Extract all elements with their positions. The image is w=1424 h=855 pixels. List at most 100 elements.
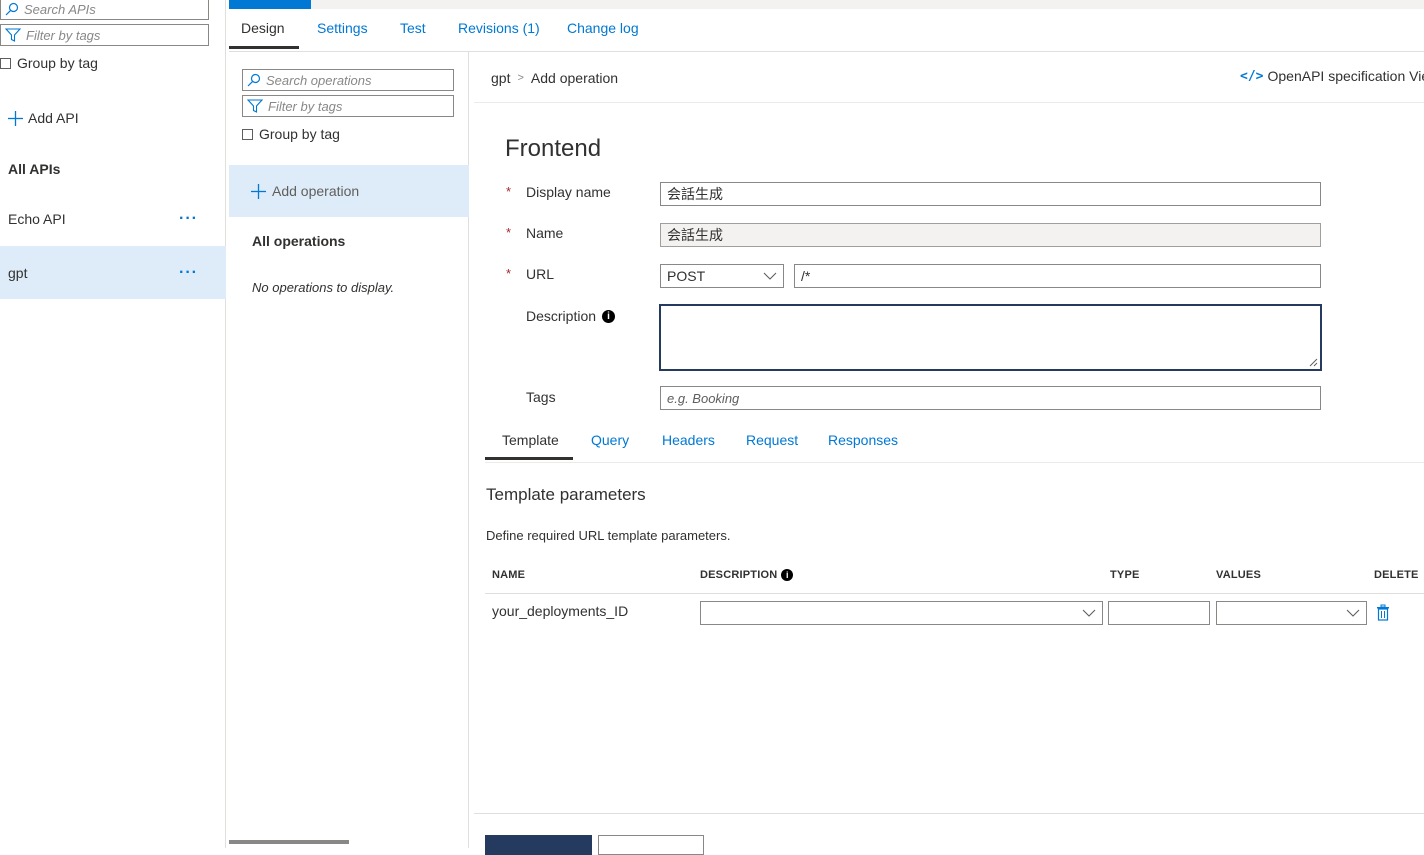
add-api-label: Add API: [28, 110, 79, 126]
name-field: 会話生成: [660, 223, 1321, 247]
tab-responses[interactable]: Responses: [828, 432, 898, 448]
api-item-label: Echo API: [8, 210, 66, 227]
filter-operations-input[interactable]: Filter by tags: [242, 95, 454, 117]
tab-template-underline: [485, 457, 573, 460]
url-label: URL: [526, 266, 555, 282]
column-header-description: DESCRIPTION i: [700, 569, 794, 581]
discard-button[interactable]: [598, 835, 704, 855]
display-name-field[interactable]: 会話生成: [660, 182, 1321, 206]
group-by-tag-label: Group by tag: [17, 55, 98, 71]
http-method-value: POST: [667, 268, 706, 284]
search-operations-input[interactable]: Search operations: [242, 69, 454, 91]
top-strip: [229, 0, 1424, 9]
api-item-label: gpt: [8, 264, 28, 281]
parameter-name: your_deployments_ID: [492, 603, 629, 619]
add-api-button[interactable]: Add API: [8, 110, 79, 126]
tab-revisions[interactable]: Revisions (1): [458, 20, 540, 36]
tab-test[interactable]: Test: [400, 20, 426, 36]
breadcrumb-current: Add operation: [530, 70, 619, 86]
description-label: Description: [526, 308, 597, 324]
breadcrumb-separator: >: [517, 72, 524, 84]
parameter-description-select[interactable]: [700, 601, 1103, 625]
checkbox-box[interactable]: [0, 57, 11, 69]
parameter-values-select[interactable]: [1216, 601, 1367, 625]
api-item-gpt[interactable]: gpt ···: [0, 246, 226, 299]
column-header-description-label: DESCRIPTION: [700, 569, 778, 581]
more-options-icon[interactable]: ···: [179, 211, 198, 227]
tab-settings[interactable]: Settings: [317, 20, 368, 36]
filter-operations-placeholder: Filter by tags: [268, 98, 343, 114]
required-mark: *: [506, 266, 512, 281]
search-apis-placeholder: Search APIs: [24, 1, 96, 17]
template-parameters-description: Define required URL template parameters.: [486, 528, 731, 543]
required-mark: *: [506, 184, 512, 199]
breadcrumb-root[interactable]: gpt: [491, 70, 510, 86]
description-textarea[interactable]: [659, 304, 1322, 371]
chevron-down-icon: [1082, 609, 1096, 617]
plus-icon: [251, 183, 266, 199]
tab-headers[interactable]: Headers: [662, 432, 715, 448]
required-mark: *: [506, 225, 512, 240]
group-by-tag-label: Group by tag: [259, 126, 340, 142]
openapi-link-label: OpenAPI specification View: [1267, 68, 1424, 84]
filter-apis-placeholder: Filter by tags: [26, 27, 101, 43]
column-header-type: TYPE: [1110, 569, 1140, 581]
info-icon[interactable]: i: [781, 569, 794, 581]
tab-query[interactable]: Query: [591, 432, 629, 448]
code-icon: </>: [1240, 68, 1264, 84]
group-by-tag-operations-checkbox[interactable]: Group by tag: [242, 126, 340, 142]
search-operations-placeholder: Search operations: [266, 72, 372, 88]
tab-design[interactable]: Design: [241, 20, 285, 36]
plus-icon: [8, 110, 23, 126]
template-parameters-title: Template parameters: [486, 485, 646, 504]
tags-field[interactable]: e.g. Booking: [660, 386, 1321, 410]
table-header-divider: [485, 593, 1424, 594]
chevron-down-icon: [1346, 609, 1360, 617]
tab-change-log[interactable]: Change log: [567, 20, 639, 36]
tags-label: Tags: [526, 389, 556, 405]
operation-editor: gpt > Add operation </> OpenAPI specific…: [474, 52, 1424, 855]
save-button[interactable]: [485, 835, 592, 855]
column-header-delete: DELETE: [1374, 569, 1419, 581]
all-operations-heading: All operations: [252, 233, 346, 249]
checkbox-box[interactable]: [242, 128, 253, 140]
chevron-down-icon: [763, 272, 777, 280]
parameter-type-field[interactable]: [1108, 601, 1210, 625]
filter-icon: [5, 28, 21, 42]
table-row: your_deployments_ID: [474, 597, 1424, 633]
no-operations-message: No operations to display.: [252, 280, 395, 295]
add-operation-label: Add operation: [272, 183, 360, 199]
openapi-specification-link[interactable]: </> OpenAPI specification View: [1240, 68, 1424, 84]
name-label: Name: [526, 225, 564, 241]
display-name-label: Display name: [526, 184, 611, 200]
top-strip-active: [229, 0, 311, 9]
filter-icon: [247, 99, 263, 113]
operations-panel: Search operations Filter by tags Group b…: [229, 52, 469, 848]
search-icon: [5, 2, 19, 16]
horizontal-scrollbar[interactable]: [229, 840, 349, 844]
footer-divider: [474, 813, 1424, 814]
resize-handle-icon[interactable]: [1309, 358, 1318, 367]
all-apis-heading: All APIs: [8, 161, 61, 177]
http-method-select[interactable]: POST: [660, 264, 784, 288]
search-apis-input[interactable]: Search APIs: [0, 0, 209, 20]
add-operation-button[interactable]: Add operation: [229, 165, 469, 217]
divider: [474, 102, 1424, 103]
design-tabs: Design Settings Test Revisions (1) Chang…: [229, 0, 1424, 52]
divider: [485, 462, 1424, 463]
url-template-field[interactable]: /*: [794, 264, 1321, 288]
column-header-values: VALUES: [1216, 569, 1262, 581]
filter-apis-input[interactable]: Filter by tags: [0, 24, 209, 46]
group-by-tag-apis-checkbox[interactable]: Group by tag: [0, 55, 98, 71]
tab-template[interactable]: Template: [502, 432, 559, 448]
search-icon: [247, 73, 261, 87]
tab-request[interactable]: Request: [746, 432, 798, 448]
api-item-echo[interactable]: Echo API ···: [0, 192, 226, 245]
trash-icon[interactable]: [1376, 604, 1390, 621]
info-icon[interactable]: i: [602, 310, 615, 323]
more-options-icon[interactable]: ···: [179, 265, 198, 281]
frontend-title: Frontend: [505, 135, 602, 162]
breadcrumb: gpt > Add operation: [491, 70, 618, 86]
tab-design-underline: [229, 46, 299, 49]
api-list-panel: Search APIs Filter by tags Group by tag …: [0, 0, 226, 848]
